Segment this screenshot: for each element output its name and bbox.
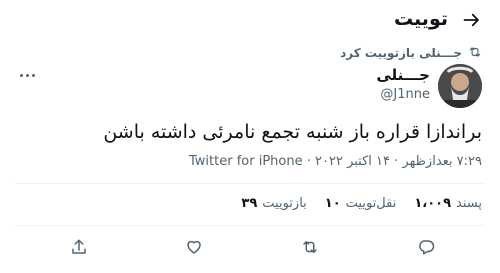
author-name[interactable]: جـــنلی xyxy=(376,66,430,84)
tweet-source[interactable]: Twitter for iPhone xyxy=(189,154,303,169)
author-handle[interactable]: @J1nne xyxy=(376,87,430,102)
header: توییت xyxy=(0,0,500,40)
quotes-label: نقل‌توییت xyxy=(345,196,397,211)
likes-count: ۱،۰۰۹ xyxy=(414,196,452,211)
retweet-context-text[interactable]: جـــنلی بازتوییت کرد xyxy=(340,46,462,60)
retweets-label: بازتوییت xyxy=(262,196,307,211)
tweet-timestamp[interactable]: ۷:۲۹ بعدازظهر · ۱۴ اکتبر ۲۰۲۲ · xyxy=(303,154,482,169)
share-icon[interactable] xyxy=(67,235,91,259)
tweet-meta: ۷:۲۹ بعدازظهر · ۱۴ اکتبر ۲۰۲۲ · Twitter … xyxy=(189,154,482,169)
quotes-stat[interactable]: ۱۰ نقل‌توییت xyxy=(325,196,397,211)
divider xyxy=(15,225,485,226)
tweet-text: براندازا قراره باز شنبه تجمع نامرئی داشت… xyxy=(103,121,482,143)
divider xyxy=(15,183,485,184)
retweet-icon xyxy=(468,44,482,63)
reply-icon[interactable] xyxy=(414,235,438,259)
tweet-stats: ۳۹ بازتوییت ۱۰ نقل‌توییت ۱،۰۰۹ پسند xyxy=(241,196,482,211)
page-title: توییت xyxy=(393,8,448,30)
retweet-icon[interactable] xyxy=(298,235,322,259)
more-icon[interactable] xyxy=(20,70,40,80)
tweet-actions xyxy=(0,232,500,262)
likes-stat[interactable]: ۱،۰۰۹ پسند xyxy=(414,196,482,211)
retweet-context: جـــنلی بازتوییت کرد xyxy=(340,45,482,61)
retweets-stat[interactable]: ۳۹ بازتوییت xyxy=(241,196,306,211)
avatar[interactable] xyxy=(438,64,482,108)
author: جـــنلی @J1nne xyxy=(376,66,430,102)
arrow-right-icon[interactable] xyxy=(462,10,482,30)
like-icon[interactable] xyxy=(182,235,206,259)
retweets-count: ۳۹ xyxy=(241,196,258,211)
tweet-page: توییت جـــنلی بازتوییت کرد جـــنلی @J1nn… xyxy=(0,0,500,273)
quotes-count: ۱۰ xyxy=(324,196,341,211)
likes-label: پسند xyxy=(456,196,482,211)
